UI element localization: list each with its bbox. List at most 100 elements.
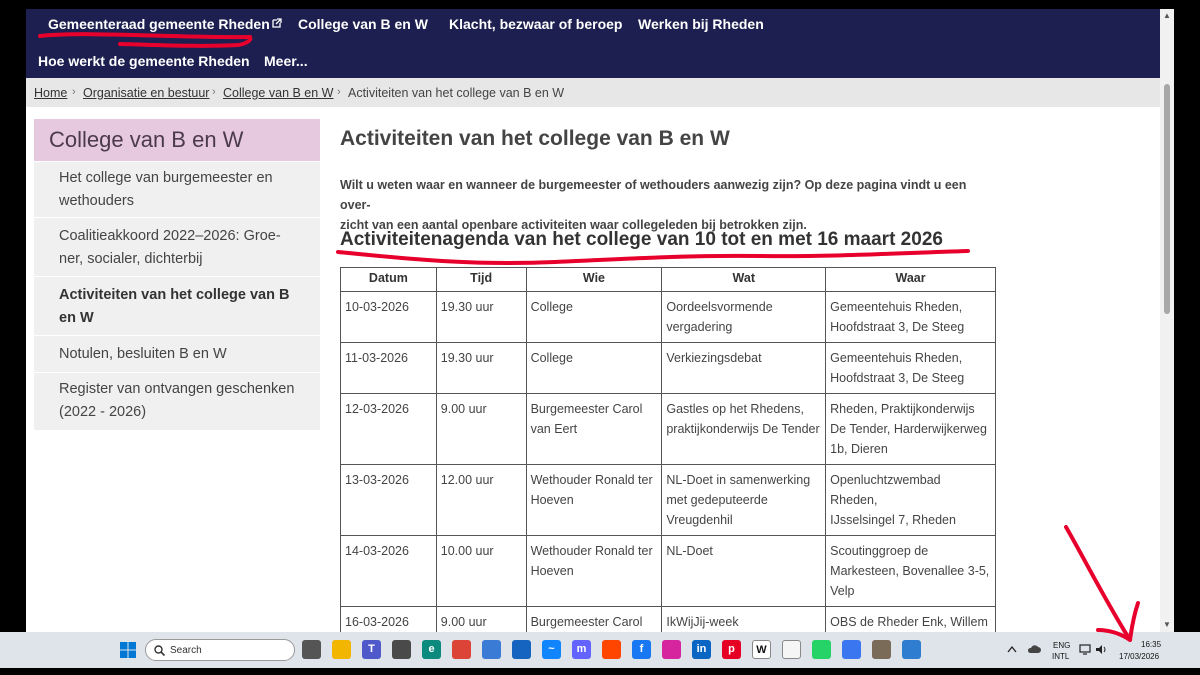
chrome-icon[interactable] <box>452 640 471 659</box>
cell-line: Gemeentehuis Rheden, <box>830 351 963 365</box>
clock-time[interactable]: 16:35 <box>1141 640 1161 649</box>
cell-line: Gastles op het Rhedens, <box>666 402 804 416</box>
main-navigation: Gemeenteraad gemeente Rheden College van… <box>26 9 1160 78</box>
language-indicator-bottom[interactable]: INTL <box>1052 652 1069 661</box>
cell-wie: Wethouder Ronald ter Hoeven <box>525 464 663 536</box>
calendar-icon[interactable] <box>902 640 921 659</box>
scroll-up-arrow-icon[interactable]: ▲ <box>1163 11 1171 20</box>
taskbar-search-box[interactable]: Search <box>145 639 295 661</box>
facebook-icon[interactable]: f <box>632 640 651 659</box>
weather-cloud-icon[interactable] <box>1027 644 1041 654</box>
task-view-icon[interactable] <box>302 640 321 659</box>
calculator-icon[interactable] <box>392 640 411 659</box>
table-row: 11-03-2026 19.30 uur College Verkiezingsdeb… <box>340 342 996 394</box>
cell-line: Burgemeester Carol <box>530 615 643 629</box>
cell-line: 1b, Dieren <box>830 442 888 456</box>
cell-line: praktijkonderwijs De Tender <box>666 422 820 436</box>
nav-link-college[interactable]: College van B en W <box>298 16 428 32</box>
search-icon <box>154 645 165 656</box>
notepad-icon[interactable] <box>782 640 801 659</box>
teams-icon[interactable]: T <box>362 640 381 659</box>
nav-label: Gemeenteraad gemeente Rheden <box>48 16 270 32</box>
cell-waar: Scoutinggroep de Markesteen, Bovenallee 3… <box>825 535 996 607</box>
gimp-icon[interactable] <box>872 640 891 659</box>
windows-start-icon[interactable] <box>120 642 136 658</box>
bluesky-icon[interactable]: ~ <box>542 640 561 659</box>
breadcrumb-home[interactable]: Home <box>34 86 67 100</box>
column-header-wie: Wie <box>525 267 663 292</box>
cell-wat: Verkiezingsdebat <box>661 342 827 394</box>
sidebar-item-label: Register van ontvangen geschenken <box>59 381 295 397</box>
cell-wat: IkWijJij-week <box>661 606 827 632</box>
nav-link-hoe-werkt[interactable]: Hoe werkt de gemeente Rheden <box>38 53 250 69</box>
scrollbar-thumb[interactable] <box>1164 84 1170 314</box>
cell-line: Scoutinggroep de <box>830 544 929 558</box>
sidebar-item-register[interactable]: Register van ontvangen geschenken (2022 … <box>34 374 320 430</box>
sidebar-title: College van B en W <box>34 119 320 161</box>
cell-tijd: 19.30 uur <box>435 291 527 343</box>
cell-wie: Burgemeester Carolvan Eert <box>525 606 663 632</box>
store-icon[interactable] <box>482 640 501 659</box>
cell-line: Hoofdstraat 3, De Steeg <box>830 320 965 334</box>
nav-link-werken[interactable]: Werken bij Rheden <box>638 16 764 32</box>
cell-datum: 14-03-2026 <box>340 535 437 607</box>
clock-date[interactable]: 17/03/2026 <box>1119 652 1159 661</box>
breadcrumb-college[interactable]: College van B en W <box>223 86 333 100</box>
table-row: 10-03-2026 19.30 uur College Oordeelsvormen… <box>340 291 996 343</box>
cell-line: Wethouder Ronald ter <box>530 544 653 558</box>
cell-line: Hoeven <box>530 493 574 507</box>
nav-link-gemeenteraad[interactable]: Gemeenteraad gemeente Rheden <box>48 16 282 32</box>
breadcrumb: Home › Organisatie en bestuur › College … <box>26 78 1160 107</box>
pinterest-icon[interactable]: p <box>722 640 741 659</box>
sidebar-item-activiteiten[interactable]: Activiteiten van het college van B en W <box>34 278 320 336</box>
cell-datum: 13-03-2026 <box>340 464 437 536</box>
nav-link-klacht[interactable]: Klacht, bezwaar of beroep <box>449 16 622 32</box>
page-title: Activiteiten van het college van B en W <box>340 127 730 150</box>
cell-line: Gemeentehuis Rheden, <box>830 300 963 314</box>
file-explorer-icon[interactable] <box>332 640 351 659</box>
cell-tijd: 9.00 uur <box>435 606 527 632</box>
network-icon[interactable] <box>1079 644 1091 655</box>
breadcrumb-separator: › <box>337 86 341 98</box>
cell-line: IkWijJij-week <box>666 615 739 629</box>
intro-line: Wilt u weten waar en wanneer de burgemee… <box>340 178 967 212</box>
cell-wie: Burgemeester Carolvan Eert <box>525 393 663 465</box>
linkedin-icon[interactable]: in <box>692 640 711 659</box>
sidebar-item-coalitieakkoord[interactable]: Coalitieakkoord 2022–2026: Groe- ner, so… <box>34 219 320 277</box>
sidebar-item-label: ner, socialer, dichterbij <box>59 251 203 267</box>
agenda-table-body: 10-03-2026 19.30 uur College Oordeelsvormen… <box>340 291 996 632</box>
sidebar-item-college[interactable]: Het college van burgemeester en wethoude… <box>34 162 320 218</box>
table-row: 13-03-2026 12.00 uur Wethouder Ronald ter H… <box>340 464 996 536</box>
cell-tijd: 12.00 uur <box>435 464 527 536</box>
cell-line: Hoeven <box>530 564 574 578</box>
cell-datum: 11-03-2026 <box>340 342 437 394</box>
reddit-icon[interactable] <box>602 640 621 659</box>
wikipedia-icon[interactable]: W <box>752 640 771 659</box>
table-header-row: Datum Tijd Wie Wat Waar <box>340 267 996 292</box>
breadcrumb-organisatie[interactable]: Organisatie en bestuur <box>83 86 209 100</box>
vertical-scrollbar[interactable]: ▲ ▼ <box>1160 9 1174 632</box>
cell-wie: College <box>525 291 663 343</box>
cell-wie: College <box>525 342 663 394</box>
signal-icon[interactable] <box>842 640 861 659</box>
language-indicator-top[interactable]: ENG <box>1053 641 1070 650</box>
mastodon-icon[interactable]: m <box>572 640 591 659</box>
volume-icon[interactable] <box>1095 644 1107 655</box>
tray-chevron-up-icon[interactable] <box>1007 645 1017 653</box>
windows-taskbar: Search Te ~ m f in p W ENG INTL 16:35 17/03/20… <box>0 632 1200 668</box>
sidebar-item-label: Notulen, besluiten B en W <box>59 346 227 362</box>
cell-datum: 10-03-2026 <box>340 291 437 343</box>
scroll-down-arrow-icon[interactable]: ▼ <box>1163 620 1171 629</box>
cell-line: van Eert <box>530 422 578 436</box>
sidebar-item-label: wethouders <box>59 193 134 209</box>
mail-icon[interactable] <box>512 640 531 659</box>
whatsapp-icon[interactable] <box>812 640 831 659</box>
cell-line: Markesteen, Bovenallee 3-5, <box>830 564 990 578</box>
edge-icon[interactable]: e <box>422 640 441 659</box>
intro-text: Wilt u weten waar en wanneer de burgemee… <box>340 175 1000 235</box>
sidebar-item-label: Coalitieakkoord 2022–2026: Groe- <box>59 228 281 244</box>
nav-link-meer[interactable]: Meer... <box>264 53 308 69</box>
column-header-waar: Waar <box>825 267 996 292</box>
sidebar-item-notulen[interactable]: Notulen, besluiten B en W <box>34 337 320 373</box>
instagram-icon[interactable] <box>662 640 681 659</box>
